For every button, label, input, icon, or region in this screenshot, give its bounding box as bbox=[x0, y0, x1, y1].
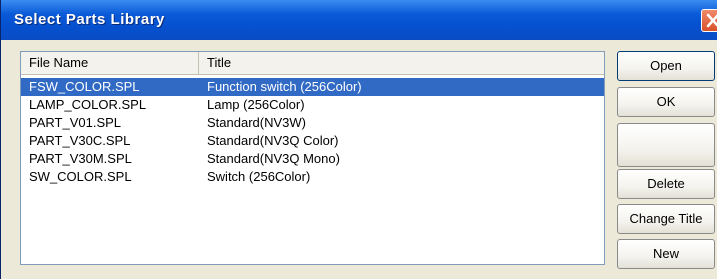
list-row[interactable]: LAMP_COLOR.SPL Lamp (256Color) bbox=[21, 96, 604, 114]
row-file-name: LAMP_COLOR.SPL bbox=[29, 97, 147, 112]
open-button[interactable]: Open bbox=[617, 51, 715, 81]
ok-button[interactable]: OK bbox=[617, 87, 715, 117]
row-title: Function switch (256Color) bbox=[207, 78, 362, 96]
row-title: Switch (256Color) bbox=[207, 169, 311, 184]
delete-button[interactable]: Delete bbox=[617, 169, 715, 199]
column-header-title[interactable]: Title bbox=[199, 52, 604, 74]
row-file-name: PART_V30M.SPL bbox=[29, 151, 132, 166]
new-button[interactable]: New bbox=[617, 239, 715, 269]
row-file-name: SW_COLOR.SPL bbox=[29, 169, 132, 184]
row-file-name: PART_V30C.SPL bbox=[29, 133, 131, 148]
close-icon bbox=[706, 13, 717, 28]
title-bar[interactable]: Select Parts Library bbox=[1, 0, 717, 40]
list-row[interactable]: PART_V01.SPL Standard(NV3W) bbox=[21, 114, 604, 132]
change-title-button[interactable]: Change Title bbox=[617, 204, 715, 234]
window-title: Select Parts Library bbox=[14, 11, 165, 28]
select-parts-library-dialog: Select Parts Library File Name Title FSW… bbox=[0, 0, 717, 279]
list-row[interactable]: FSW_COLOR.SPL Function switch (256Color) bbox=[21, 78, 604, 96]
row-title: Lamp (256Color) bbox=[207, 97, 305, 112]
blank-button bbox=[617, 123, 715, 167]
row-file-name: PART_V01.SPL bbox=[29, 115, 122, 130]
row-title: Standard(NV3W) bbox=[207, 115, 306, 130]
row-title: Standard(NV3Q Color) bbox=[207, 133, 339, 148]
list-row[interactable]: PART_V30M.SPL Standard(NV3Q Mono) bbox=[21, 150, 604, 168]
list-header: File Name Title bbox=[21, 52, 604, 75]
close-button[interactable] bbox=[701, 9, 717, 32]
list-row[interactable]: PART_V30C.SPL Standard(NV3Q Color) bbox=[21, 132, 604, 150]
row-title: Standard(NV3Q Mono) bbox=[207, 151, 340, 166]
row-file-name: FSW_COLOR.SPL bbox=[29, 79, 140, 94]
list-row[interactable]: SW_COLOR.SPL Switch (256Color) bbox=[21, 168, 604, 186]
parts-library-list[interactable]: File Name Title FSW_COLOR.SPL Function s… bbox=[20, 51, 605, 265]
column-header-file-name[interactable]: File Name bbox=[21, 52, 199, 74]
